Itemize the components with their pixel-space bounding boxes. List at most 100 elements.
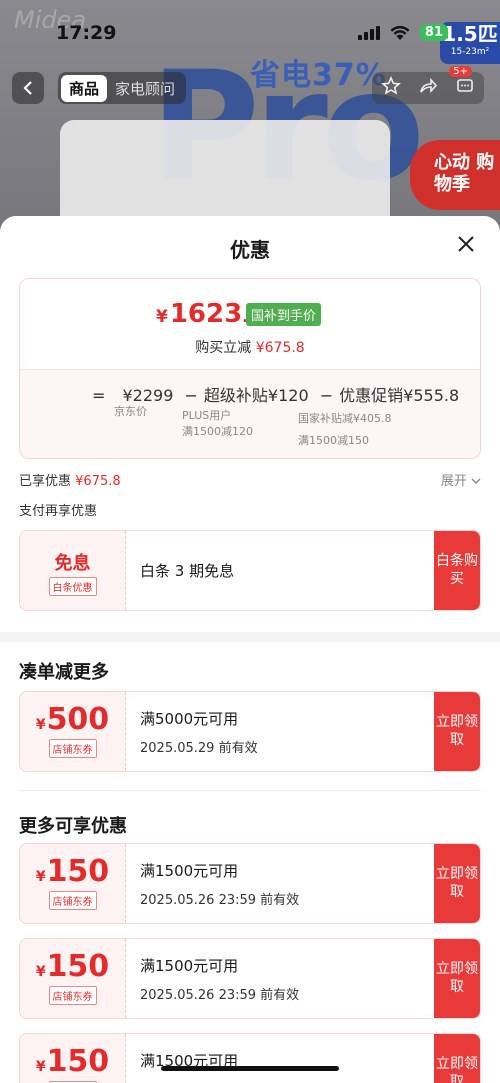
offer-coupon: ¥ 150 店铺东券 满1500元可用 2025.05.26 23:59 前有效… [19,843,481,924]
coupon-condition: 满1500元可用 [140,862,239,880]
super-subsidy-sub1: PLUS用户 [182,409,232,422]
coupon-expiry: 2025.05.26 23:59 前有效 [140,893,300,908]
section-separator [19,790,481,791]
tab-product[interactable]: 商品 [61,74,108,102]
discount-sheet: 优惠 ¥ 1623 .2 国补到手价 购买立减 ¥675.8 = ¥2299 −… [0,216,500,1083]
coupon-type-badge: 店铺东券 [48,986,97,1005]
close-button[interactable] [454,232,478,256]
coupon-left: 免息 白条优惠 [20,531,126,610]
coupon-expiry: 2025.05.29 前有效 [140,741,258,756]
coupon-expiry: 2025.05.26 23:59 前有效 [140,988,300,1003]
coupon-info: 满1500元可用 2025.05.26 23:59 前有效 [140,860,299,908]
wifi-icon [390,25,410,40]
favorite-star-icon[interactable] [380,75,401,101]
super-subsidy-sub2: 满1500减120 [182,425,253,438]
coupon-amount-value: 150 [46,1044,110,1079]
section-title-more-offers: 更多可享优惠 [19,816,127,837]
coupon-amount: ¥ 150 [20,854,125,889]
price-breakdown-card: ¥ 1623 .2 国补到手价 购买立减 ¥675.8 = ¥2299 −超级补… [19,278,481,459]
pay-extra-title: 支付再享优惠 [19,504,98,519]
back-button[interactable] [12,72,44,104]
nav-tabs: 商品 家电顾问 [58,72,187,104]
nav-actions: 5+ [372,66,484,104]
baitiao-coupon: 免息 白条优惠 白条 3 期免息 白条购买 [19,530,481,611]
subsidy-price-tag: 国补到手价 [246,303,322,326]
coupon-amount: ¥ 150 [20,949,125,984]
coupon-amount: ¥ 150 [20,1044,125,1079]
hero-promo-badge: 心动 购物季 [410,140,500,210]
home-indicator[interactable] [161,1066,339,1071]
coupon-type-badge: 店铺东券 [48,891,97,910]
claim-coupon-button[interactable]: 立即领取 [434,692,480,771]
super-subsidy-value: ¥120 [267,386,309,405]
equals-sign: = [92,386,106,405]
coupon-amount: ¥ 500 [20,702,125,737]
coupon-info: 满5000元可用 2025.05.29 前有效 [140,708,258,756]
coupon-info: 满1500元可用 [140,1050,238,1079]
product-image [60,120,390,230]
interest-free-label: 免息 [54,553,91,574]
super-subsidy-detail: PLUS用户 满1500减120 [182,408,253,440]
baitiao-buy-button[interactable]: 白条购买 [434,531,480,610]
instant-discount: 购买立减 ¥675.8 [20,337,480,357]
coupon-currency: ¥ [35,717,46,733]
promo-sub2: 满1500减150 [298,434,369,447]
chevron-down-icon [471,478,481,484]
tab-appliance-advisor[interactable]: 家电顾问 [107,75,183,102]
expand-label: 展开 [440,474,467,489]
enjoyed-discount: 已享优惠 ¥675.8 [19,470,121,489]
final-price-currency: ¥ [156,307,168,327]
status-icons: 81 [357,24,448,41]
message-count-badge: 5+ [449,66,472,77]
coupon-desc: 白条 3 期免息 [140,562,235,580]
sheet-title: 优惠 [230,238,270,262]
super-subsidy-label: 超级补贴 [203,386,268,405]
price-formula: = ¥2299 − 超级补贴¥120 − 优惠促销¥555.8 京东价 PLUS用户… [20,369,480,458]
promo-detail: 国家补贴减¥405.8 满1500减150 [298,408,392,452]
share-icon[interactable] [418,76,438,101]
coupon-left: ¥ 500 店铺东券 [20,692,126,771]
coupon-amount-value: 150 [46,854,110,889]
coupon-type-badge: 店铺东券 [48,739,97,758]
minus-sign: − [184,386,198,405]
shop-coupon: ¥ 500 店铺东券 满5000元可用 2025.05.29 前有效 立即领取 [19,691,481,772]
coupon-amount-value: 150 [46,949,110,984]
final-price: ¥ 1623 .2 [156,299,258,329]
offer-coupon: ¥ 150 店铺东券 满1500元可用 2025.05.26 23:59 前有效… [19,938,481,1019]
coupon-currency: ¥ [35,1059,46,1075]
coupon-currency: ¥ [35,869,46,885]
enjoyed-label: 已享优惠 [19,474,72,489]
promo-value: ¥555.8 [403,386,460,405]
coupon-type-badge: 白条优惠 [48,577,97,596]
expand-toggle[interactable]: 展开 [441,470,481,489]
coupon-info: 满1500元可用 2025.05.26 23:59 前有效 [140,955,299,1003]
jd-price: ¥2299 [122,386,174,405]
close-icon [458,236,474,252]
minus-sign: − [319,386,334,405]
final-price-integer: 1623 [169,299,243,329]
coupon-currency: ¥ [35,964,46,980]
section-divider [0,632,500,642]
status-bar: 17:29 81 [0,0,500,54]
final-price-section: ¥ 1623 .2 国补到手价 购买立减 ¥675.8 [20,279,480,369]
cellular-signal-icon [357,25,380,40]
enjoyed-value: ¥675.8 [75,474,121,489]
price-equation: = ¥2299 − 超级补贴¥120 − 优惠促销¥555.8 [92,382,459,406]
promo-sub1: 国家补贴减¥405.8 [298,412,392,425]
coupon-left: ¥ 150 店铺东券 [20,939,126,1018]
claim-coupon-button[interactable]: 立即领取 [434,939,480,1018]
coupon-condition: 满1500元可用 [140,957,239,975]
coupon-amount-value: 500 [46,702,110,737]
instant-discount-value: ¥675.8 [255,340,305,356]
instant-discount-label: 购买立减 [195,340,252,356]
jd-price-label: 京东价 [114,405,147,418]
more-menu-icon[interactable] [455,76,475,101]
claim-coupon-button[interactable]: 立即领取 [434,1034,480,1083]
battery-icon: 81 [419,24,448,41]
chevron-left-icon [23,81,32,95]
claim-coupon-button[interactable]: 立即领取 [434,844,480,923]
status-time: 17:29 [56,22,117,44]
promo-label: 优惠促销 [339,386,404,405]
coupon-left: ¥ 150 店铺东券 [20,1034,126,1083]
offer-coupon: ¥ 150 店铺东券 满1500元可用 立即领取 [19,1033,481,1083]
